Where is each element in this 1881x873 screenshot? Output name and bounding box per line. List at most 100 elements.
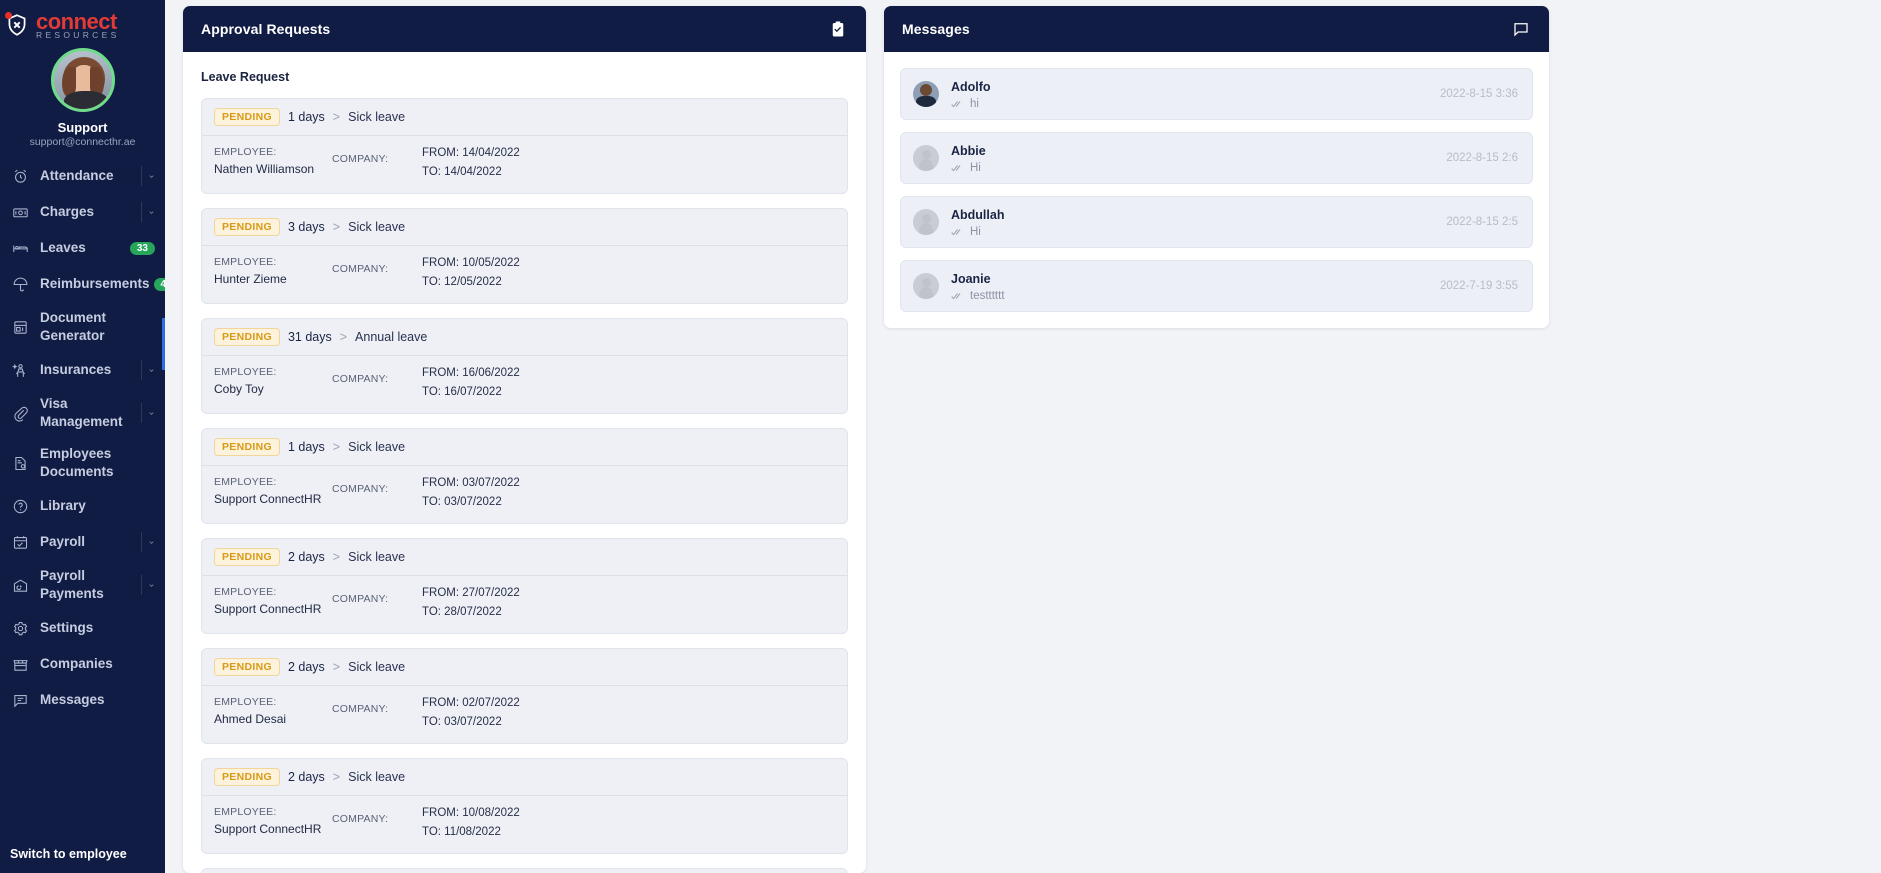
status-badge: PENDING — [214, 108, 280, 126]
dates-column: FROM: 16/06/2022 TO: 16/07/2022 — [412, 364, 520, 402]
separator-chevron: > — [332, 660, 341, 674]
date-from: FROM: 02/07/2022 — [422, 697, 520, 709]
chat-icon — [10, 690, 30, 710]
leave-type: Sick leave — [348, 660, 406, 674]
sidebar-item-label: Employees Documents — [40, 446, 114, 479]
clipboard-check-icon[interactable] — [828, 19, 848, 39]
request-days: 1 days — [287, 440, 325, 454]
request-details: EMPLOYEE: Nathen Williamson COMPANY: FROM: … — [202, 136, 847, 193]
chat-bubble-icon[interactable] — [1511, 19, 1531, 39]
brand-header[interactable]: connect RESOURCES — [0, 0, 165, 42]
sidebar-item-companies[interactable]: Companies — [0, 646, 165, 682]
approval-request-card[interactable]: PENDING 2 days > Sick leave EMPLOYEE: Ahmed D… — [201, 648, 848, 744]
status-badge: PENDING — [214, 438, 280, 456]
date-to: TO: 03/07/2022 — [422, 496, 502, 508]
message-timestamp: 2022-8-15 2:5 — [1446, 216, 1518, 228]
company-label: COMPANY: — [332, 263, 389, 275]
chevron-down-icon[interactable] — [141, 403, 155, 423]
sidebar-item-employees-documents[interactable]: Employees Documents — [0, 438, 165, 488]
sidebar-item-library[interactable]: Library — [0, 488, 165, 524]
contact-avatar — [913, 209, 939, 235]
company-column: COMPANY: — [332, 144, 412, 168]
message-list-item[interactable]: Joanie testttttt 2022-7-19 3:55 — [900, 260, 1533, 312]
sidebar-item-label: Payroll Payments — [40, 568, 104, 601]
request-summary: PENDING 2 days > Sick leave — [202, 539, 847, 576]
leave-type: Sick leave — [348, 550, 406, 564]
sidebar-item-charges[interactable]: Charges — [0, 194, 165, 230]
dates-column: FROM: 14/04/2022 TO: 14/04/2022 — [412, 144, 520, 182]
request-days: 3 days — [287, 220, 325, 234]
messages-panel-header: Messages — [884, 6, 1549, 52]
request-days: 2 days — [287, 550, 325, 564]
sidebar-item-settings[interactable]: Settings — [0, 610, 165, 646]
employee-column: EMPLOYEE: Support ConnectHR — [214, 804, 332, 838]
date-from: FROM: 10/05/2022 — [422, 257, 520, 269]
contact-name: Joanie — [951, 272, 991, 286]
approval-request-card[interactable]: PENDING 3 days > Sick leave EMPLOYEE: Hunter … — [201, 208, 848, 304]
sidebar-item-label: Leaves — [40, 240, 86, 255]
avatar-wrap[interactable] — [0, 48, 165, 112]
company-label: COMPANY: — [332, 483, 389, 495]
sidebar-item-insurances[interactable]: Insurances — [0, 352, 165, 388]
messages-panel-title: Messages — [902, 21, 970, 37]
employee-name: Coby Toy — [214, 382, 264, 396]
separator-chevron: > — [339, 330, 348, 344]
company-label: COMPANY: — [332, 813, 389, 825]
message-text: hi — [970, 98, 979, 110]
request-days: 2 days — [287, 660, 325, 674]
sidebar-item-messages[interactable]: Messages — [0, 682, 165, 718]
date-to: TO: 11/08/2022 — [422, 826, 501, 838]
approval-request-card[interactable]: PENDING 31 days > Annual leave EMPLOYEE: Coby… — [201, 318, 848, 414]
shield-x-icon[interactable] — [4, 12, 30, 38]
chevron-down-icon[interactable] — [141, 166, 155, 186]
user-avatar[interactable] — [50, 48, 115, 112]
chevron-down-icon[interactable] — [141, 532, 155, 552]
approval-panel-header: Approval Requests — [183, 6, 866, 52]
sidebar-item-leaves[interactable]: Leaves 33 — [0, 230, 165, 266]
sidebar-item-label: Charges — [40, 204, 95, 219]
approval-request-card[interactable]: PENDING 2 days > Sick leave EMPLOYEE: Support… — [201, 758, 848, 854]
message-timestamp: 2022-8-15 3:36 — [1439, 88, 1518, 100]
dates-column: FROM: 02/07/2022 TO: 03/07/2022 — [412, 694, 520, 732]
sidebar-item-document-generator[interactable]: Document Generator — [0, 302, 165, 352]
message-list-item[interactable]: Abdullah Hi 2022-8-15 2:5 — [900, 196, 1533, 248]
approval-request-card[interactable]: PENDING 1 days > Sick leave EMPLOYEE: Nathen … — [201, 98, 848, 194]
employee-name: Support ConnectHR — [214, 602, 322, 616]
approval-request-card[interactable]: PENDING2 days>Sick leave — [201, 868, 848, 873]
approval-request-card[interactable]: PENDING 1 days > Sick leave EMPLOYEE: Support… — [201, 428, 848, 524]
double-check-icon — [951, 99, 964, 109]
sidebar-item-badge: 33 — [129, 241, 155, 255]
chevron-down-icon[interactable] — [141, 360, 155, 380]
chevron-down-icon[interactable] — [141, 202, 155, 222]
sidebar-item-payroll[interactable]: Payroll — [0, 524, 165, 560]
sidebar-item-badge: 45 — [153, 277, 165, 291]
request-days: 2 days — [287, 770, 325, 784]
sidebar-item-label: Insurances — [40, 362, 112, 377]
employee-column: EMPLOYEE: Coby Toy — [214, 364, 332, 398]
chevron-down-icon[interactable] — [141, 575, 155, 595]
approval-request-card[interactable]: PENDING 2 days > Sick leave EMPLOYEE: Support… — [201, 538, 848, 634]
employee-label: EMPLOYEE: — [214, 696, 277, 708]
company-column: COMPANY: — [332, 474, 412, 498]
employee-name: Support ConnectHR — [214, 492, 322, 506]
contact-avatar — [913, 273, 939, 299]
status-badge: PENDING — [214, 658, 280, 676]
date-to: TO: 03/07/2022 — [422, 716, 502, 728]
message-list-item[interactable]: Abbie Hi 2022-8-15 2:6 — [900, 132, 1533, 184]
sidebar-item-payroll-payments[interactable]: Payroll Payments — [0, 560, 165, 610]
status-badge: PENDING — [214, 768, 280, 786]
sidebar-item-reimbursements[interactable]: Reimbursements45 — [0, 266, 165, 302]
message-preview: Hi — [951, 162, 1446, 174]
dates-column: FROM: 10/05/2022 TO: 12/05/2022 — [412, 254, 520, 292]
brand-logo: connect RESOURCES — [36, 7, 122, 40]
employee-name: Hunter Zieme — [214, 272, 287, 286]
message-preview: Hi — [951, 226, 1446, 238]
sidebar-item-label: Reimbursements — [40, 276, 150, 291]
message-list-item[interactable]: Adolfo hi 2022-8-15 3:36 — [900, 68, 1533, 120]
approval-request-list: PENDING 1 days > Sick leave EMPLOYEE: Nathen … — [201, 98, 848, 873]
sidebar-item-visa-management[interactable]: Visa Management — [0, 388, 165, 438]
switch-to-employee-button[interactable]: Switch to employee — [0, 839, 165, 873]
gear-icon — [10, 618, 30, 638]
messages-panel: Messages Adolfo hi 2022-8-15 3:36 Abbie Hi 20… — [884, 6, 1549, 328]
sidebar-item-attendance[interactable]: Attendance — [0, 158, 165, 194]
